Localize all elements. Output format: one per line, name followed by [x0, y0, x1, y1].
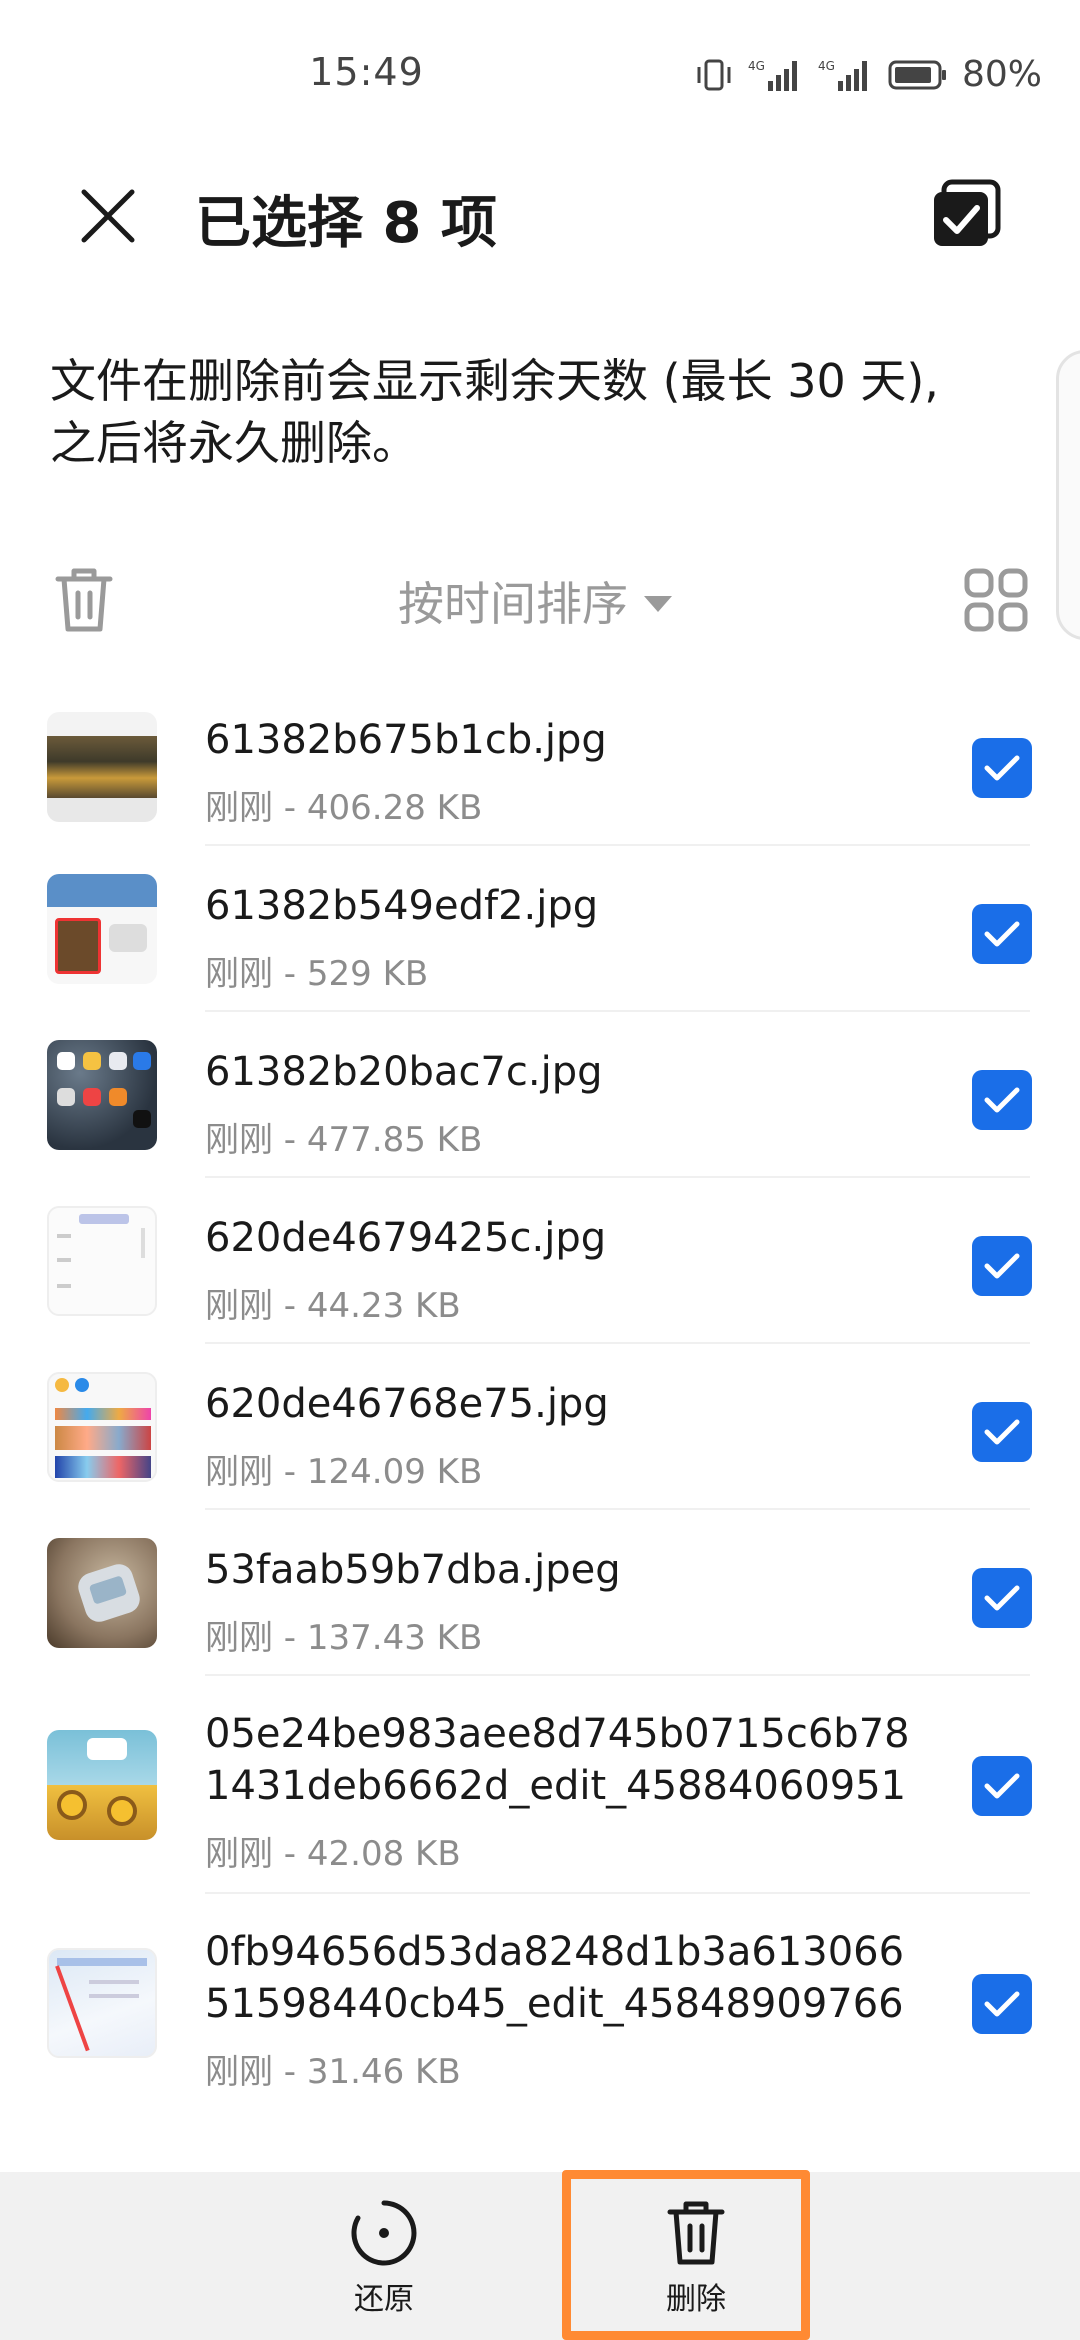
retention-notice: 文件在删除前会显示剩余天数 (最长 30 天), 之后将永久删除。 [50, 350, 1010, 474]
check-icon [984, 1773, 1020, 1799]
list-item[interactable]: 620de46768e75.jpg 刚刚 - 124.09 KB [0, 1344, 1080, 1510]
file-meta: 刚刚 - 137.43 KB [205, 1618, 483, 1658]
close-icon [81, 189, 135, 243]
notice-line-1: 文件在删除前会显示剩余天数 (最长 30 天), [50, 354, 939, 408]
recycle-bin-selection-screen: 15:49 4G 4G 80% 已选择 8 项 文件在删除前会显示剩余天数 (最… [0, 0, 1080, 2340]
file-meta: 刚刚 - 44.23 KB [205, 1286, 461, 1326]
list-item[interactable]: 61382b549edf2.jpg 刚刚 - 529 KB [0, 846, 1080, 1012]
list-item[interactable]: 53faab59b7dba.jpeg 刚刚 - 137.43 KB [0, 1510, 1080, 1676]
file-thumbnail [47, 712, 157, 822]
chevron-down-icon [644, 596, 672, 612]
status-bar: 15:49 4G 4G 80% [0, 0, 1080, 150]
file-meta: 刚刚 - 529 KB [205, 954, 429, 994]
check-icon [984, 1253, 1020, 1279]
file-checkbox[interactable] [972, 1756, 1032, 1816]
file-checkbox[interactable] [972, 1070, 1032, 1130]
side-edge-handle[interactable] [1056, 350, 1080, 640]
file-checkbox[interactable] [972, 1568, 1032, 1628]
close-button[interactable] [72, 180, 144, 252]
file-name: 61382b675b1cb.jpg [205, 717, 607, 763]
check-icon [984, 1419, 1020, 1445]
battery-percentage: 80% [961, 54, 1042, 95]
list-item[interactable]: 05e24be983aee8d745b0715c6b781431deb6662d… [0, 1676, 1080, 1894]
status-time: 15:49 [309, 50, 424, 94]
grid-view-icon[interactable] [964, 568, 1028, 632]
restore-label: 还原 [354, 2282, 414, 2317]
list-item[interactable]: 0fb94656d53da8248d1b3a61306651598440cb45… [0, 1894, 1080, 2112]
file-name: 620de4679425c.jpg [205, 1215, 607, 1261]
check-icon [984, 1585, 1020, 1611]
file-thumbnail [47, 874, 157, 984]
check-icon [984, 921, 1020, 947]
file-name: 05e24be983aee8d745b0715c6b781431deb6662d… [205, 1711, 910, 1809]
file-name: 0fb94656d53da8248d1b3a61306651598440cb45… [205, 1929, 905, 2027]
file-thumbnail [47, 1206, 157, 1316]
file-meta: 刚刚 - 31.46 KB [205, 2052, 461, 2092]
status-icons: 4G 4G 80% [694, 54, 1042, 95]
file-list: 61382b675b1cb.jpg 刚刚 - 406.28 KB 61382b5… [0, 680, 1080, 2112]
file-thumbnail [47, 1372, 157, 1482]
file-name: 53faab59b7dba.jpeg [205, 1547, 621, 1593]
check-icon [984, 1991, 1020, 2017]
signal-4g-icon: 4G [748, 59, 797, 91]
sort-label: 按时间排序 [398, 577, 628, 631]
file-checkbox[interactable] [972, 1402, 1032, 1462]
notice-line-2: 之后将永久删除。 [50, 416, 418, 470]
page-title: 已选择 8 项 [195, 191, 497, 256]
network-label-2: 4G [818, 59, 835, 73]
file-checkbox[interactable] [972, 1974, 1032, 2034]
file-checkbox[interactable] [972, 738, 1032, 798]
restore-icon [351, 2200, 417, 2266]
battery-icon [888, 60, 946, 89]
list-item[interactable]: 61382b20bac7c.jpg 刚刚 - 477.85 KB [0, 1012, 1080, 1178]
file-name: 61382b20bac7c.jpg [205, 1049, 603, 1095]
file-meta: 刚刚 - 42.08 KB [205, 1834, 461, 1874]
signal-4g-icon-2: 4G [818, 59, 867, 91]
select-all-checkbox-icon [934, 179, 1001, 246]
delete-highlight-box [562, 2170, 810, 2340]
file-checkbox[interactable] [972, 1236, 1032, 1296]
file-thumbnail [47, 1948, 157, 2058]
file-name: 61382b549edf2.jpg [205, 883, 599, 929]
restore-button[interactable]: 还原 [304, 2198, 464, 2318]
file-thumbnail [47, 1538, 157, 1648]
file-thumbnail [47, 1730, 157, 1840]
file-name: 620de46768e75.jpg [205, 1381, 609, 1427]
list-item[interactable]: 61382b675b1cb.jpg 刚刚 - 406.28 KB [0, 680, 1080, 846]
bottom-action-bar: 还原 删除 [0, 2172, 1080, 2340]
sort-dropdown[interactable]: 按时间排序 [398, 568, 672, 634]
check-icon [984, 755, 1020, 781]
vibrate-icon [697, 59, 731, 90]
file-meta: 刚刚 - 124.09 KB [205, 1452, 483, 1492]
select-all-button[interactable] [930, 178, 1002, 250]
file-meta: 刚刚 - 406.28 KB [205, 788, 483, 828]
trash-icon[interactable] [52, 565, 116, 635]
check-icon [984, 1087, 1020, 1113]
network-label-1: 4G [748, 59, 765, 73]
file-meta: 刚刚 - 477.85 KB [205, 1120, 483, 1160]
list-item[interactable]: 620de4679425c.jpg 刚刚 - 44.23 KB [0, 1178, 1080, 1344]
file-thumbnail [47, 1040, 157, 1150]
file-checkbox[interactable] [972, 904, 1032, 964]
